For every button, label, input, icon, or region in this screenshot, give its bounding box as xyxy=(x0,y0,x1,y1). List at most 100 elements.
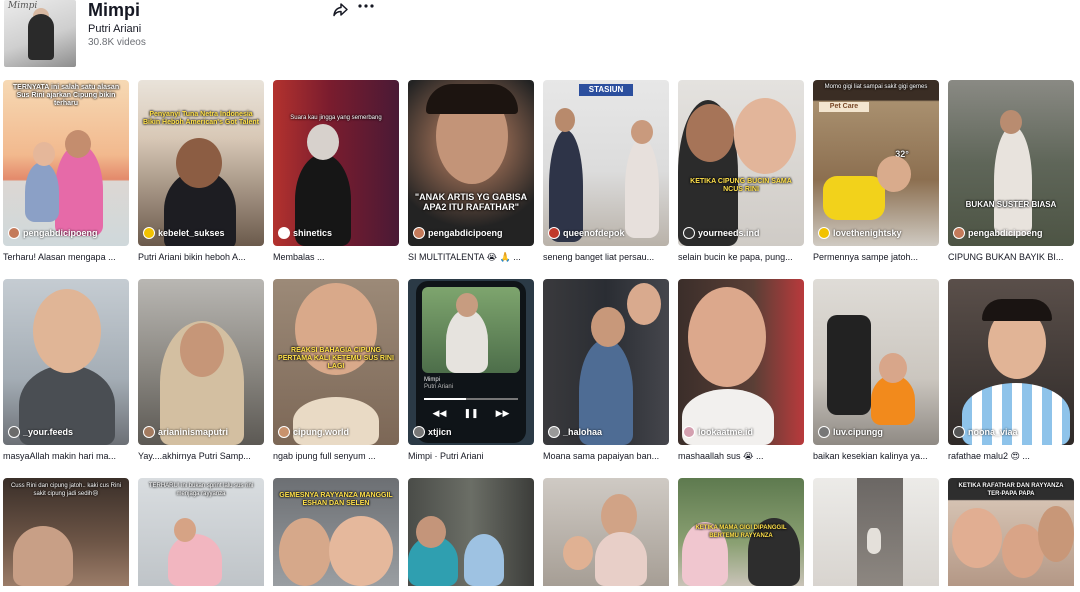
video-thumbnail[interactable]: KETIKA MAMA GIGI DIPANGGIL BERTEMU RAYYA… xyxy=(678,478,804,586)
video-caption[interactable]: SI MULTITALENTA 😭 🙏 ... xyxy=(408,252,534,263)
video-card[interactable]: _halohaa Moana sama papaiyan ban... xyxy=(543,279,669,461)
thumbnail-overlay-text: REAKSI BAHAGIA CIPUNG PERTAMA KALI KETEM… xyxy=(278,347,394,370)
video-card[interactable]: Momo gigi liat sampai sakit gigi gemes P… xyxy=(813,80,939,262)
video-card[interactable]: Mimpi Putri Ariani ◀◀ ❚❚ ▶▶ xtjicn Mimpi… xyxy=(408,279,534,461)
video-caption[interactable]: Putri Ariani bikin heboh A... xyxy=(138,252,264,262)
video-author[interactable]: noona_viaa xyxy=(953,426,1018,438)
video-thumbnail[interactable]: STASIUN queenofdepok xyxy=(543,80,669,246)
video-card[interactable]: TERHARU! ini bukan sprint lalu sus rini … xyxy=(138,478,264,586)
video-caption[interactable]: ngab ipung full senyum ... xyxy=(273,451,399,461)
video-thumbnail[interactable]: KETIKA CIPUNG BUCIN SAMA NCUS RINI yourn… xyxy=(678,80,804,246)
video-thumbnail[interactable]: BUKAN SUSTER BIASA pengabdicipoeng xyxy=(948,80,1074,246)
thumbnail-face xyxy=(591,307,625,347)
video-thumbnail[interactable]: GEMESNYA RAYYANZA MANGGIL ESHAN DAN SELE… xyxy=(273,478,399,586)
thumbnail-face xyxy=(33,142,55,166)
thumbnail-overlay-text: Cuss Rini dan cipung jatoh.. kaki cus Ri… xyxy=(10,483,122,497)
video-author[interactable]: lookaatme.id xyxy=(683,426,753,438)
video-thumbnail[interactable]: KETIKA RAFATHAR DAN RAYYANZA TER-PAPA PA… xyxy=(948,478,1074,586)
video-card[interactable]: luv.cipungg baikan kesekian kalinya ya..… xyxy=(813,279,939,461)
sound-author[interactable]: Putri Ariani xyxy=(88,23,141,35)
video-caption[interactable]: masyaAllah makin hari ma... xyxy=(3,451,129,461)
video-card[interactable]: "ANAK ARTIS YG GABISA APA2 ITU RAFATHAR"… xyxy=(408,80,534,263)
video-author[interactable]: pengabdicipoeng xyxy=(413,227,503,239)
video-thumbnail[interactable] xyxy=(543,478,669,586)
video-caption[interactable]: baikan kesekian kalinya ya... xyxy=(813,451,939,461)
video-card[interactable]: GEMESNYA RAYYANZA MANGGIL ESHAN DAN SELE… xyxy=(273,478,399,586)
video-card[interactable]: arianinismaputri Yay....akhirnya Putri S… xyxy=(138,279,264,461)
video-card[interactable]: Cuss Rini dan cipung jatoh.. kaki cus Ri… xyxy=(3,478,129,586)
video-thumbnail[interactable]: Penyanyi Tuna Netra Indonesia Bikin Hebo… xyxy=(138,80,264,246)
video-card[interactable] xyxy=(408,478,534,586)
more-options-button[interactable] xyxy=(356,1,376,17)
video-author[interactable]: xtjicn xyxy=(413,426,452,438)
video-thumbnail[interactable] xyxy=(408,478,534,586)
video-thumbnail[interactable]: Momo gigi liat sampai sakit gigi gemes P… xyxy=(813,80,939,246)
thumbnail-figure xyxy=(446,309,488,373)
video-card[interactable]: KETIKA CIPUNG BUCIN SAMA NCUS RINI yourn… xyxy=(678,80,804,262)
video-author[interactable]: cipung.world xyxy=(278,426,349,438)
video-author[interactable]: yourneeds.ind xyxy=(683,227,760,239)
video-author[interactable]: pengabdicipoeng xyxy=(953,227,1043,239)
video-thumbnail[interactable]: Cuss Rini dan cipung jatoh.. kaki cus Ri… xyxy=(3,478,129,586)
video-card[interactable]: BUKAN SUSTER BIASA pengabdicipoeng CIPUN… xyxy=(948,80,1074,262)
sound-cover-image[interactable]: Mimpi xyxy=(4,0,76,67)
share-button[interactable] xyxy=(332,1,350,19)
thumbnail-figure xyxy=(994,126,1032,236)
video-author[interactable]: pengabdicipoeng xyxy=(8,227,98,239)
video-card[interactable]: KETIKA MAMA GIGI DIPANGGIL BERTEMU RAYYA… xyxy=(678,478,804,586)
video-author[interactable]: kebelet_sukses xyxy=(143,227,225,239)
video-author[interactable]: luv.cipungg xyxy=(818,426,883,438)
video-thumbnail[interactable]: TERNYATA ini salah satu alasan Sus Rini … xyxy=(3,80,129,246)
thumbnail-overlay-text: KETIKA MAMA GIGI DIPANGGIL BERTEMU RAYYA… xyxy=(695,525,787,539)
video-thumbnail[interactable]: _halohaa xyxy=(543,279,669,445)
video-thumbnail[interactable]: TERHARU! ini bukan sprint lalu sus rini … xyxy=(138,478,264,586)
video-caption[interactable]: mashaallah sus 😭 ... xyxy=(678,451,804,462)
author-handle: xtjicn xyxy=(428,427,452,437)
video-card[interactable]: _your.feeds masyaAllah makin hari ma... xyxy=(3,279,129,461)
video-caption[interactable]: Membalas ... xyxy=(273,252,399,262)
video-caption[interactable]: Moana sama papaiyan ban... xyxy=(543,451,669,461)
video-thumbnail[interactable]: REAKSI BAHAGIA CIPUNG PERTAMA KALI KETEM… xyxy=(273,279,399,445)
video-thumbnail[interactable]: noona_viaa xyxy=(948,279,1074,445)
video-author[interactable]: queenofdepok xyxy=(548,227,625,239)
video-caption[interactable]: Terharu! Alasan mengapa ... xyxy=(3,252,129,262)
video-card[interactable]: lookaatme.id mashaallah sus 😭 ... xyxy=(678,279,804,462)
video-card[interactable]: Penyanyi Tuna Netra Indonesia Bikin Hebo… xyxy=(138,80,264,262)
video-card[interactable]: noona_viaa rafathae malu2 😍 ... xyxy=(948,279,1074,462)
video-card[interactable] xyxy=(543,478,669,586)
author-avatar xyxy=(413,227,425,239)
video-author[interactable]: lovethenightsky xyxy=(818,227,902,239)
video-thumbnail[interactable]: lookaatme.id xyxy=(678,279,804,445)
video-caption[interactable]: seneng banget liat persau... xyxy=(543,252,669,262)
video-thumbnail[interactable]: _your.feeds xyxy=(3,279,129,445)
thumbnail-hair xyxy=(426,84,518,114)
video-card[interactable]: Suara kau jingga yang semerbang shinetic… xyxy=(273,80,399,262)
author-avatar xyxy=(953,227,965,239)
video-author[interactable]: _your.feeds xyxy=(8,426,73,438)
video-caption[interactable]: selain bucin ke papa, pung... xyxy=(678,252,804,262)
thumbnail-face xyxy=(877,156,911,192)
video-card[interactable]: KETIKA RAFATHAR DAN RAYYANZA TER-PAPA PA… xyxy=(948,478,1074,586)
video-caption[interactable]: Mimpi · Putri Ariani xyxy=(408,451,534,461)
sign-text: Pet Care xyxy=(819,102,869,112)
video-thumbnail[interactable]: Mimpi Putri Ariani ◀◀ ❚❚ ▶▶ xtjicn xyxy=(408,279,534,445)
video-author[interactable]: arianinismaputri xyxy=(143,426,228,438)
video-thumbnail[interactable]: luv.cipungg xyxy=(813,279,939,445)
video-thumbnail[interactable]: "ANAK ARTIS YG GABISA APA2 ITU RAFATHAR"… xyxy=(408,80,534,246)
video-card[interactable]: REAKSI BAHAGIA CIPUNG PERTAMA KALI KETEM… xyxy=(273,279,399,461)
video-thumbnail[interactable] xyxy=(813,478,939,586)
video-caption[interactable]: Permennya sampe jatoh... xyxy=(813,252,939,262)
video-thumbnail[interactable]: arianinismaputri xyxy=(138,279,264,445)
video-caption[interactable]: CIPUNG BUKAN BAYIK BI... xyxy=(948,252,1074,262)
video-card[interactable] xyxy=(813,478,939,586)
video-author[interactable]: shinetics xyxy=(278,227,332,239)
thumbnail-face xyxy=(456,293,478,317)
video-caption[interactable]: rafathae malu2 😍 ... xyxy=(948,451,1074,462)
video-card[interactable]: STASIUN queenofdepok seneng banget liat … xyxy=(543,80,669,262)
video-thumbnail[interactable]: Suara kau jingga yang semerbang shinetic… xyxy=(273,80,399,246)
author-handle: pengabdicipoeng xyxy=(428,228,503,238)
author-avatar xyxy=(548,227,560,239)
video-caption[interactable]: Yay....akhirnya Putri Samp... xyxy=(138,451,264,461)
video-author[interactable]: _halohaa xyxy=(548,426,602,438)
video-card[interactable]: TERNYATA ini salah satu alasan Sus Rini … xyxy=(3,80,129,262)
